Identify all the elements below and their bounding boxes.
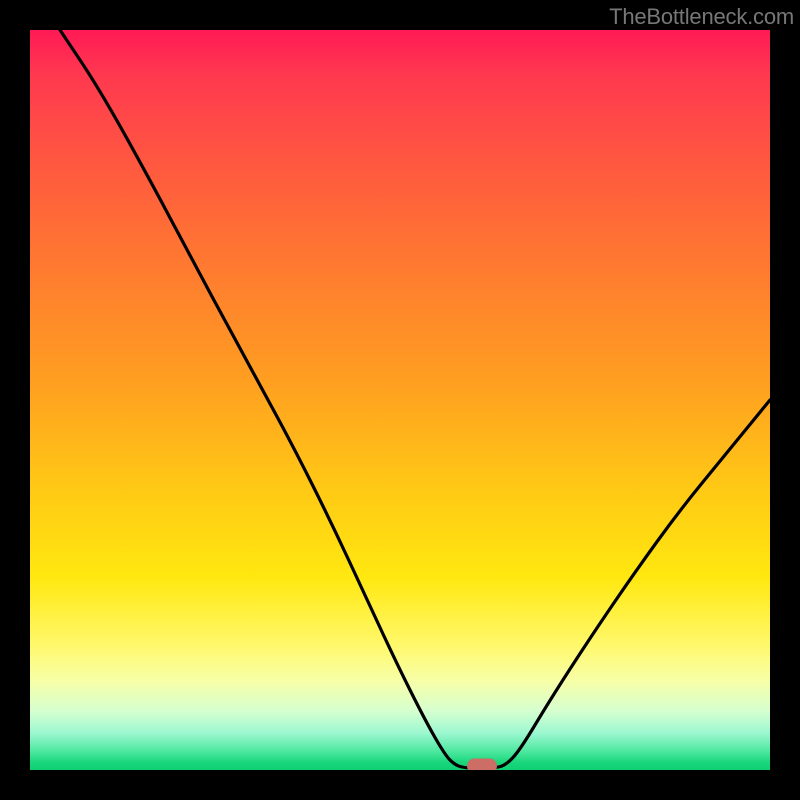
bottleneck-curve — [60, 30, 770, 768]
chart-frame: TheBottleneck.com — [0, 0, 800, 800]
optimum-marker — [467, 759, 497, 771]
curve-svg — [30, 30, 770, 770]
plot-area — [30, 30, 770, 770]
watermark-text: TheBottleneck.com — [609, 4, 794, 30]
